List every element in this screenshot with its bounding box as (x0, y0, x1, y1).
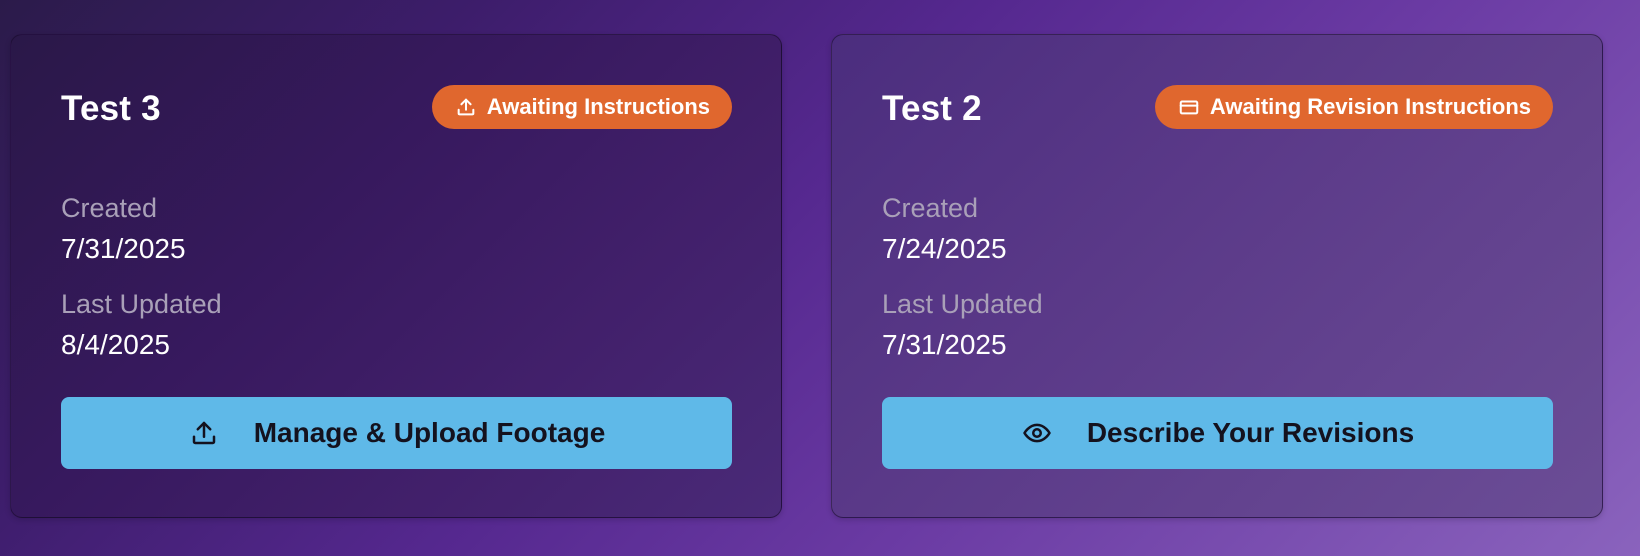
last-updated-date: 8/4/2025 (61, 329, 170, 360)
project-card-test-2: Test 2 Awaiting Revision Instructions Cr… (831, 34, 1603, 518)
eye-icon (1021, 417, 1053, 449)
project-card-test-3: Test 3 Awaiting Instructions Created 7/3… (10, 34, 782, 518)
last-updated-date: 7/31/2025 (882, 329, 1007, 360)
status-badge-label: Awaiting Revision Instructions (1209, 94, 1531, 119)
upload-icon (454, 95, 478, 119)
card-title: Test 3 (61, 89, 161, 128)
last-updated-label: Last Updated (61, 289, 222, 319)
action-button-label: Describe Your Revisions (1086, 417, 1415, 448)
manage-upload-footage-button[interactable]: Manage & Upload Footage (61, 397, 732, 469)
created-label: Created (61, 193, 158, 223)
created-date: 7/24/2025 (882, 233, 1007, 264)
action-button-label: Manage & Upload Footage (253, 417, 606, 448)
credit-card-icon (1177, 95, 1201, 119)
describe-revisions-button[interactable]: Describe Your Revisions (882, 397, 1553, 469)
status-badge: Awaiting Instructions (431, 85, 732, 129)
last-updated-label: Last Updated (882, 289, 1043, 319)
created-date: 7/31/2025 (61, 233, 186, 264)
status-badge-label: Awaiting Instructions (486, 94, 710, 119)
created-label: Created (882, 193, 979, 223)
status-badge: Awaiting Revision Instructions (1154, 85, 1553, 129)
card-title: Test 2 (882, 89, 982, 128)
upload-icon (188, 417, 220, 449)
